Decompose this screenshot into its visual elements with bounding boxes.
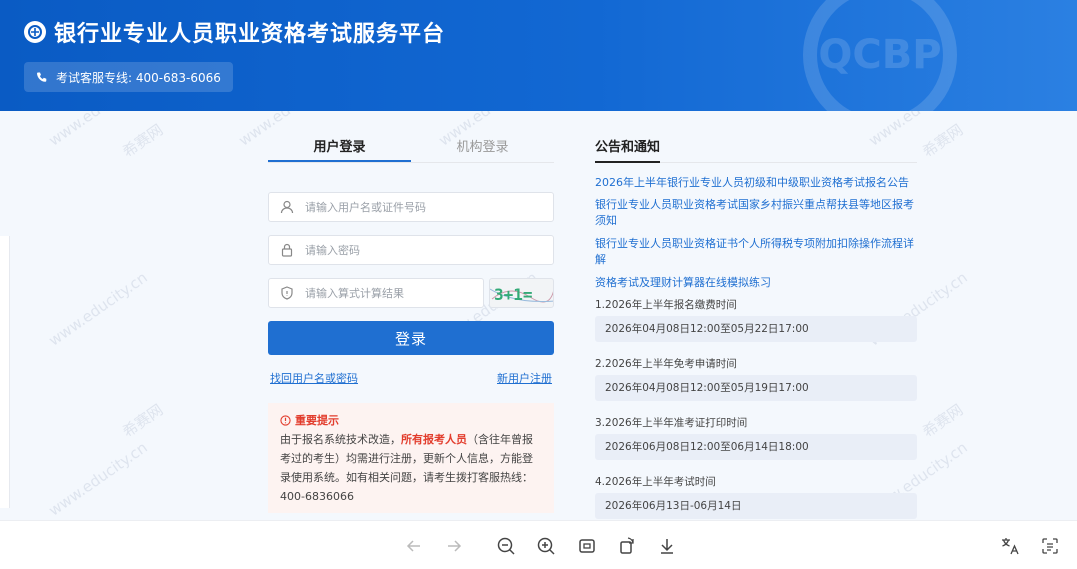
login-tabs: 用户登录 机构登录 — [268, 130, 554, 163]
user-icon — [269, 200, 305, 214]
notice-body: 由于报名系统技术改造，所有报考人员（含往年曾报考过的考生）均需进行注册，更新个人… — [280, 433, 533, 503]
login-button[interactable]: 登录 — [268, 321, 554, 355]
news-link[interactable]: 资格考试及理财计算器在线模拟练习 — [595, 275, 917, 291]
text-extract-icon[interactable] — [1038, 534, 1062, 558]
hotline-text: 考试客服专线: 400-683-6066 — [56, 70, 221, 85]
schedule-label: 4.2026年上半年考试时间 — [595, 476, 716, 488]
fit-screen-icon[interactable] — [575, 534, 599, 558]
schedule-label: 1.2026年上半年报名缴费时间 — [595, 299, 737, 311]
username-input[interactable] — [305, 200, 525, 214]
schedule-label: 3.2026年上半年准考证打印时间 — [595, 417, 748, 429]
watermark: www.educity.cn — [45, 438, 151, 520]
forgot-credentials-link[interactable]: 找回用户名或密码 — [270, 370, 358, 386]
schedule-value: 2026年04月08日12:00至05月22日17:00 — [595, 316, 917, 342]
watermark: 希赛网 — [119, 400, 167, 442]
login-panel: 用户登录 机构登录 3+1= 登录 找回用户名或密码 新用户注册 — [268, 130, 554, 513]
translate-icon[interactable] — [998, 534, 1022, 558]
login-links: 找回用户名或密码 新用户注册 — [270, 370, 552, 386]
side-panel-edge — [0, 236, 10, 508]
site-brand: 银行业专业人员职业资格考试服务平台 — [24, 16, 445, 48]
rotate-icon[interactable] — [615, 534, 639, 558]
announcements-title: 公告和通知 — [595, 130, 917, 163]
zoom-in-icon[interactable] — [534, 534, 558, 558]
password-field — [268, 235, 554, 265]
tab-org-login[interactable]: 机构登录 — [411, 130, 554, 162]
captcha-input[interactable] — [305, 286, 475, 300]
notice-heading: 重要提示 — [280, 411, 542, 430]
password-input[interactable] — [305, 243, 525, 257]
watermark: 希赛网 — [919, 400, 967, 442]
shield-icon — [269, 286, 305, 300]
platform-emblem-watermark: QCBP — [803, 0, 957, 111]
schedule-value: 2026年06月13日-06月14日 — [595, 493, 917, 519]
zoom-out-icon[interactable] — [494, 534, 518, 558]
phone-icon — [37, 72, 47, 82]
schedule-value: 2026年06月08日12:00至06月14日18:00 — [595, 434, 917, 460]
download-icon[interactable] — [655, 534, 679, 558]
watermark: 希赛网 — [119, 120, 167, 162]
announcements-panel: 公告和通知 2026年上半年银行业专业人员初级和中级职业资格考试报名公告 银行业… — [595, 130, 917, 519]
captcha-image[interactable]: 3+1= — [489, 278, 554, 308]
register-link[interactable]: 新用户注册 — [497, 370, 552, 386]
news-link[interactable]: 银行业专业人员职业资格考试国家乡村振兴重点帮扶县等地区报考须知 — [595, 197, 917, 229]
important-notice: 重要提示 由于报名系统技术改造，所有报考人员（含往年曾报考过的考生）均需进行注册… — [268, 403, 554, 513]
arrow-left-icon[interactable] — [402, 534, 426, 558]
tab-user-login[interactable]: 用户登录 — [268, 130, 411, 162]
watermark: 希赛网 — [919, 120, 967, 162]
watermark: www.educity.cn — [45, 268, 151, 350]
username-field — [268, 192, 554, 222]
arrow-right-icon[interactable] — [442, 534, 466, 558]
site-title: 银行业专业人员职业资格考试服务平台 — [54, 22, 446, 47]
platform-logo-icon — [24, 21, 46, 43]
schedule-value: 2026年04月08日12:00至05月19日17:00 — [595, 375, 917, 401]
alert-icon — [280, 415, 291, 426]
svg-text:3+1=: 3+1= — [494, 285, 533, 304]
site-header: QCBP 银行业专业人员职业资格考试服务平台 考试客服专线: 400-683-6… — [0, 0, 1077, 111]
news-link[interactable]: 银行业专业人员职业资格证书个人所得税专项附加扣除操作流程详解 — [595, 236, 917, 268]
news-link[interactable]: 2026年上半年银行业专业人员初级和中级职业资格考试报名公告 — [595, 175, 917, 191]
schedule-label: 2.2026年上半年免考申请时间 — [595, 358, 737, 370]
image-viewer-toolbar — [0, 520, 1077, 569]
hotline-badge: 考试客服专线: 400-683-6066 — [24, 62, 233, 92]
svg-text:QCBP: QCBP — [818, 32, 941, 78]
lock-icon — [269, 243, 305, 257]
captcha-field — [268, 278, 484, 308]
